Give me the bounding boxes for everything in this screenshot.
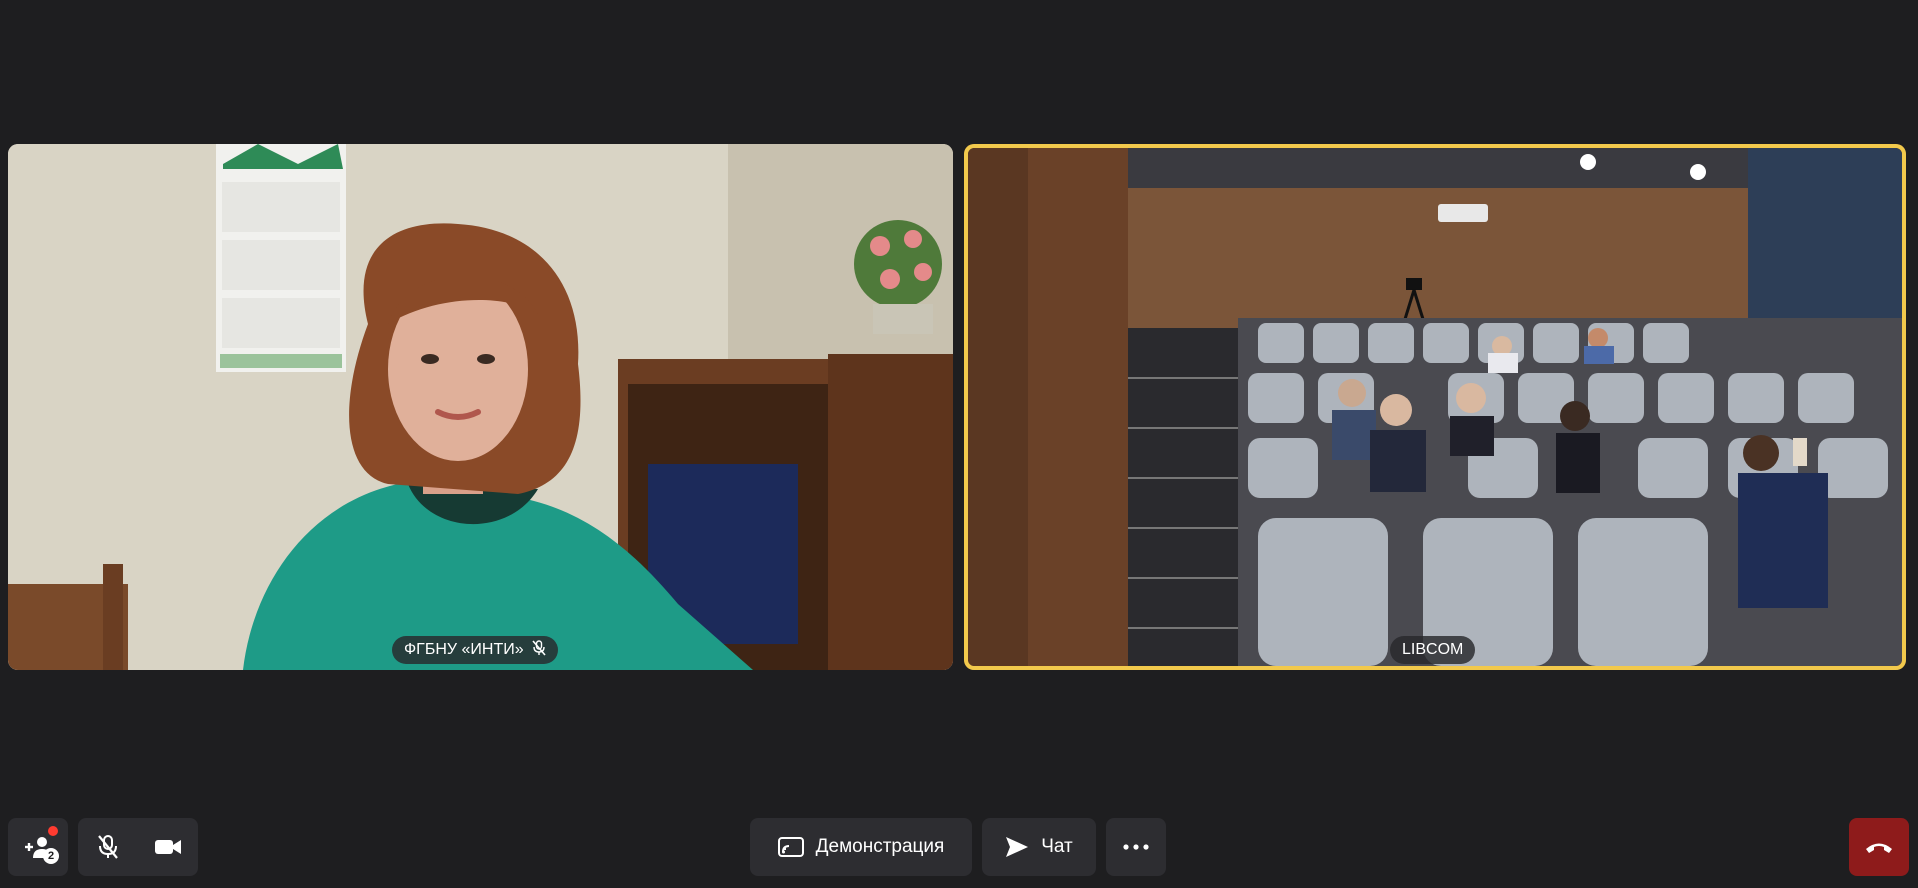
chat-button[interactable]: Чат bbox=[982, 818, 1096, 876]
participant-tile-inti[interactable]: ФГБНУ «ИНТИ» bbox=[8, 144, 953, 670]
invite-participants-button[interactable]: 2 bbox=[8, 818, 68, 876]
participant-name: ФГБНУ «ИНТИ» bbox=[404, 641, 524, 658]
participant-name-badge: ФГБНУ «ИНТИ» bbox=[392, 636, 558, 664]
more-icon bbox=[1123, 844, 1149, 850]
send-icon bbox=[1005, 836, 1029, 858]
camera-icon[interactable] bbox=[140, 837, 196, 857]
projector bbox=[1438, 204, 1488, 222]
screen-share-button[interactable]: Демонстрация bbox=[750, 818, 972, 876]
media-controls-group bbox=[78, 818, 198, 876]
notification-dot bbox=[48, 826, 58, 836]
plant bbox=[854, 220, 942, 308]
video-call-window: ФГБНУ «ИНТИ» LIBCOM 2 Демонстрация Чат bbox=[0, 0, 1918, 888]
participant-name-badge: LIBCOM bbox=[1390, 636, 1476, 664]
tripod-camera bbox=[1406, 278, 1422, 290]
video-frame-inti bbox=[8, 144, 953, 670]
hang-up-icon bbox=[1864, 840, 1894, 854]
video-frame-libcom bbox=[968, 148, 1902, 666]
screen-share-label: Демонстрация bbox=[815, 836, 945, 857]
mic-off-icon bbox=[532, 639, 546, 661]
more-options-button[interactable] bbox=[1106, 818, 1166, 876]
participant-name: LIBCOM bbox=[1402, 641, 1464, 658]
participant-count-badge: 2 bbox=[43, 848, 59, 864]
chat-label: Чат bbox=[1041, 836, 1073, 857]
participant-tile-libcom[interactable]: LIBCOM bbox=[964, 144, 1906, 670]
end-call-button[interactable] bbox=[1849, 818, 1909, 876]
mic-off-icon[interactable] bbox=[80, 834, 136, 860]
screen-share-icon bbox=[777, 837, 804, 857]
